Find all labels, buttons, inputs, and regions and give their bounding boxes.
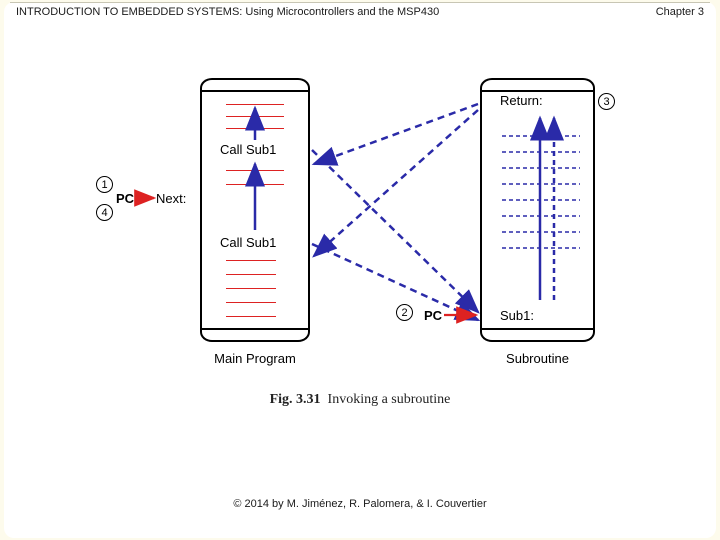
main-line	[226, 170, 284, 171]
subroutine-box: Subroutine	[480, 90, 595, 330]
main-line	[226, 184, 284, 185]
badge-2: 2	[396, 304, 413, 321]
main-line	[226, 104, 284, 105]
main-line	[226, 274, 276, 275]
main-program-label: Main Program	[202, 351, 308, 366]
return-label: Return:	[500, 93, 543, 108]
copyright: © 2014 by M. Jiménez, R. Palomera, & I. …	[233, 498, 486, 510]
caption-text: Invoking a subroutine	[328, 392, 451, 407]
call-sub1-second: Call Sub1	[220, 235, 276, 250]
main-line	[226, 260, 276, 261]
figure-caption: Fig. 3.31 Invoking a subroutine	[0, 392, 720, 408]
page-header: INTRODUCTION TO EMBEDDED SYSTEMS: Using …	[16, 6, 704, 18]
figure-diagram: Main Program Call Sub1 Call Sub1 Next: S…	[80, 60, 640, 390]
main-line	[226, 316, 276, 317]
chapter-label: Chapter 3	[656, 6, 704, 18]
main-line	[226, 302, 276, 303]
pc-main-label: PC	[116, 191, 134, 206]
top-border	[10, 2, 710, 3]
main-program-box: Main Program	[200, 90, 310, 330]
sub1-name: Sub1:	[500, 308, 534, 323]
badge-3: 3	[598, 93, 615, 110]
subroutine-label: Subroutine	[482, 351, 593, 366]
badge-4: 4	[96, 204, 113, 221]
badge-1: 1	[96, 176, 113, 193]
pc-sub-label: PC	[424, 308, 442, 323]
main-line	[226, 128, 284, 129]
main-line	[226, 288, 276, 289]
call-sub1-first: Call Sub1	[220, 142, 276, 157]
caption-label: Fig. 3.31	[270, 392, 321, 407]
main-line	[226, 116, 284, 117]
next-label: Next:	[156, 191, 186, 206]
page-footer: © 2014 by M. Jiménez, R. Palomera, & I. …	[0, 498, 720, 510]
book-title: INTRODUCTION TO EMBEDDED SYSTEMS: Using …	[16, 6, 439, 18]
